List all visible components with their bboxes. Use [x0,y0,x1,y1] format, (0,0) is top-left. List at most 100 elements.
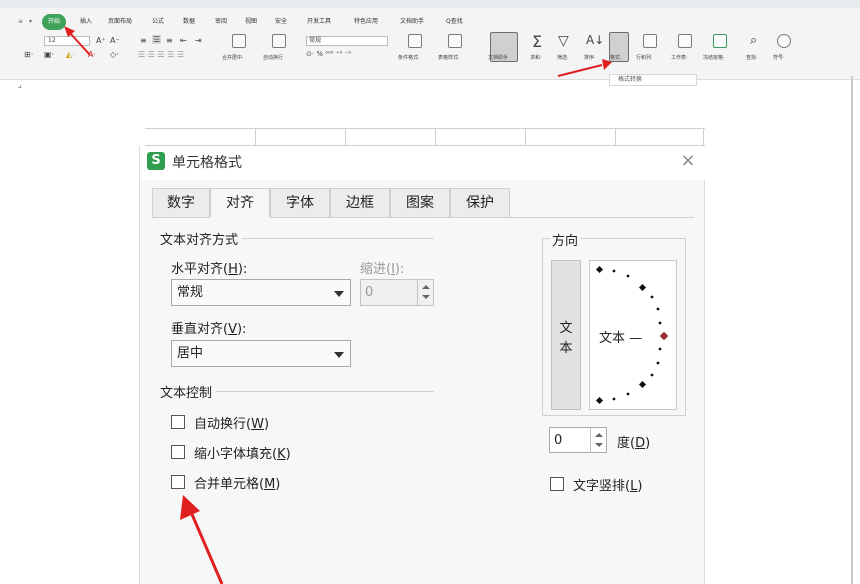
border-icon[interactable]: ⊞· [24,50,33,59]
window-top-strip [0,0,860,8]
align-middle-icon[interactable]: ☰ [152,35,162,44]
align-left-icon[interactable]: ☰ ☰ ☰ ☰ ☰ [138,50,184,59]
horizontal-align-label: 水平对齐(H): [171,262,248,277]
font-color-icon[interactable]: A· [88,50,96,59]
fill-color-icon[interactable]: ▣· [44,50,54,59]
close-icon[interactable]: × [678,151,698,171]
symbol-icon[interactable] [777,34,791,48]
tab-insert[interactable]: 插入 [80,14,92,30]
tab-developer[interactable]: 开发工具 [307,14,331,30]
decrease-font-icon[interactable]: A⁻ [110,36,120,45]
dialog-titlebar[interactable]: S 单元格格式 × [140,146,706,180]
shrink-to-fit-checkbox[interactable]: 缩小字体填充(K) [171,443,371,463]
tab-border[interactable]: 边框 [330,188,390,218]
sheet-scrollbar[interactable] [851,76,853,584]
checkbox-box[interactable] [171,475,185,489]
grid-line [525,129,526,147]
degrees-label: 度(D) [617,436,651,451]
spin-down-icon[interactable] [595,443,603,447]
tab-view[interactable]: 视图 [245,14,257,30]
clear-format-icon[interactable]: ◇· [110,50,119,59]
tab-home[interactable]: 开始 [42,14,67,30]
vertical-text-button[interactable]: 文 本 [551,260,581,410]
tab-review[interactable]: 审阅 [215,14,227,30]
chevron-down-icon [334,352,344,358]
tab-protection[interactable]: 保护 [450,188,510,218]
checkbox-box[interactable] [171,415,185,429]
spin-up-icon[interactable] [595,433,603,437]
tab-pattern[interactable]: 图案 [390,188,450,218]
auto-wrap-checkbox[interactable]: 自动换行(W) [171,413,371,433]
tab-data[interactable]: 数据 [183,14,195,30]
freeze-icon[interactable] [713,34,727,48]
vertical-align-select[interactable]: 居中 [171,340,351,367]
screenshot-root: ≡ ▾ 开始 插入 页面布局 公式 数据 审阅 视图 安全 开发工具 特色应用 … [0,0,860,584]
increase-font-icon[interactable]: A⁺ [96,36,106,45]
find-label: 查找· [746,55,758,61]
format-tooltip: 格式转换 [609,74,697,86]
align-bottom-icon[interactable]: ≡ [166,36,173,45]
tab-special[interactable]: 特色应用 [354,14,378,30]
degrees-value: 0 [554,433,563,448]
tab-page-layout[interactable]: 页面布局 [108,14,132,30]
vertical-text-label: 文字竖排(L) [573,479,643,494]
cond-format-icon[interactable] [408,34,422,48]
merge-cells-label: 合并单元格(M) [194,477,281,492]
horizontal-align-select[interactable]: 常规 [171,279,351,306]
degrees-spinner[interactable]: 0 [549,427,607,453]
chevron-down-icon [334,291,344,297]
spin-up-icon[interactable] [422,285,430,289]
symbol-label: 符号· [773,55,785,61]
indent-spinner[interactable]: 0 [360,279,434,306]
merge-center-icon[interactable] [232,34,246,48]
filter-icon[interactable]: ▽ [558,33,569,49]
vertical-text-checkbox[interactable]: 文字竖排(L) [550,475,690,495]
highlight-icon[interactable]: ◭· [66,50,75,59]
grid-line [703,129,704,147]
shrink-to-fit-label: 缩小字体填充(K) [194,447,291,462]
spinner-buttons[interactable] [590,428,606,453]
tab-security[interactable]: 安全 [275,14,287,30]
orientation-dial[interactable]: 文本 — [589,260,677,410]
table-style-icon[interactable] [448,34,462,48]
align-top-icon[interactable]: ≡ [140,36,147,45]
tab-find[interactable]: Q查找 [446,14,463,30]
text-align-section-title: 文本对齐方式 [160,229,243,248]
sum-icon[interactable]: Σ [532,32,542,51]
tab-font[interactable]: 字体 [270,188,330,218]
wps-logo-icon: S [147,152,165,170]
find-icon[interactable]: ⌕ [750,33,757,48]
font-size-select[interactable]: 12 [44,36,90,46]
row-col-icon[interactable] [643,34,657,48]
tab-doc-helper[interactable]: 文档助手 [400,14,424,30]
freeze-label: 冻结窗格· [703,55,725,61]
grid-line [435,129,436,147]
dropdown-icon[interactable]: ▾ [29,14,32,30]
menu-icon[interactable]: ≡ [18,14,23,30]
tab-formula[interactable]: 公式 [152,14,164,30]
auto-wrap-icon[interactable] [272,34,286,48]
auto-wrap-label: 自动换行(W) [194,417,270,432]
indent-value: 0 [365,285,374,300]
merge-cells-checkbox[interactable]: 合并单元格(M) [171,473,371,493]
sort-icon[interactable]: A↓ [586,33,604,47]
checkbox-box[interactable] [550,477,564,491]
tab-number[interactable]: 数字 [152,188,210,218]
indent-icon[interactable]: ⇤ [180,36,187,45]
vertical-char: 文 [559,321,573,336]
spinner-buttons[interactable] [417,280,433,305]
vertical-char: 本 [559,341,573,356]
text-control-section-title: 文本控制 [160,382,217,401]
outdent-icon[interactable]: ⇥ [195,36,202,45]
tab-alignment[interactable]: 对齐 [210,188,270,218]
sort-label: 排序· [584,55,596,61]
spin-down-icon[interactable] [422,295,430,299]
number-format-select[interactable]: 常规 [306,36,388,46]
checkbox-box[interactable] [171,445,185,459]
sheet-corner-mark: ⌟ [18,80,22,89]
horizontal-align-value: 常规 [177,285,204,300]
vertical-align-value: 居中 [177,346,204,361]
ribbon: ≡ ▾ 开始 插入 页面布局 公式 数据 审阅 视图 安全 开发工具 特色应用 … [0,0,860,80]
number-format-icons[interactable]: ⊙· % ⁰⁰⁰ ⁺⁰ ⁻⁰ [306,50,351,58]
worksheet-icon[interactable] [678,34,692,48]
